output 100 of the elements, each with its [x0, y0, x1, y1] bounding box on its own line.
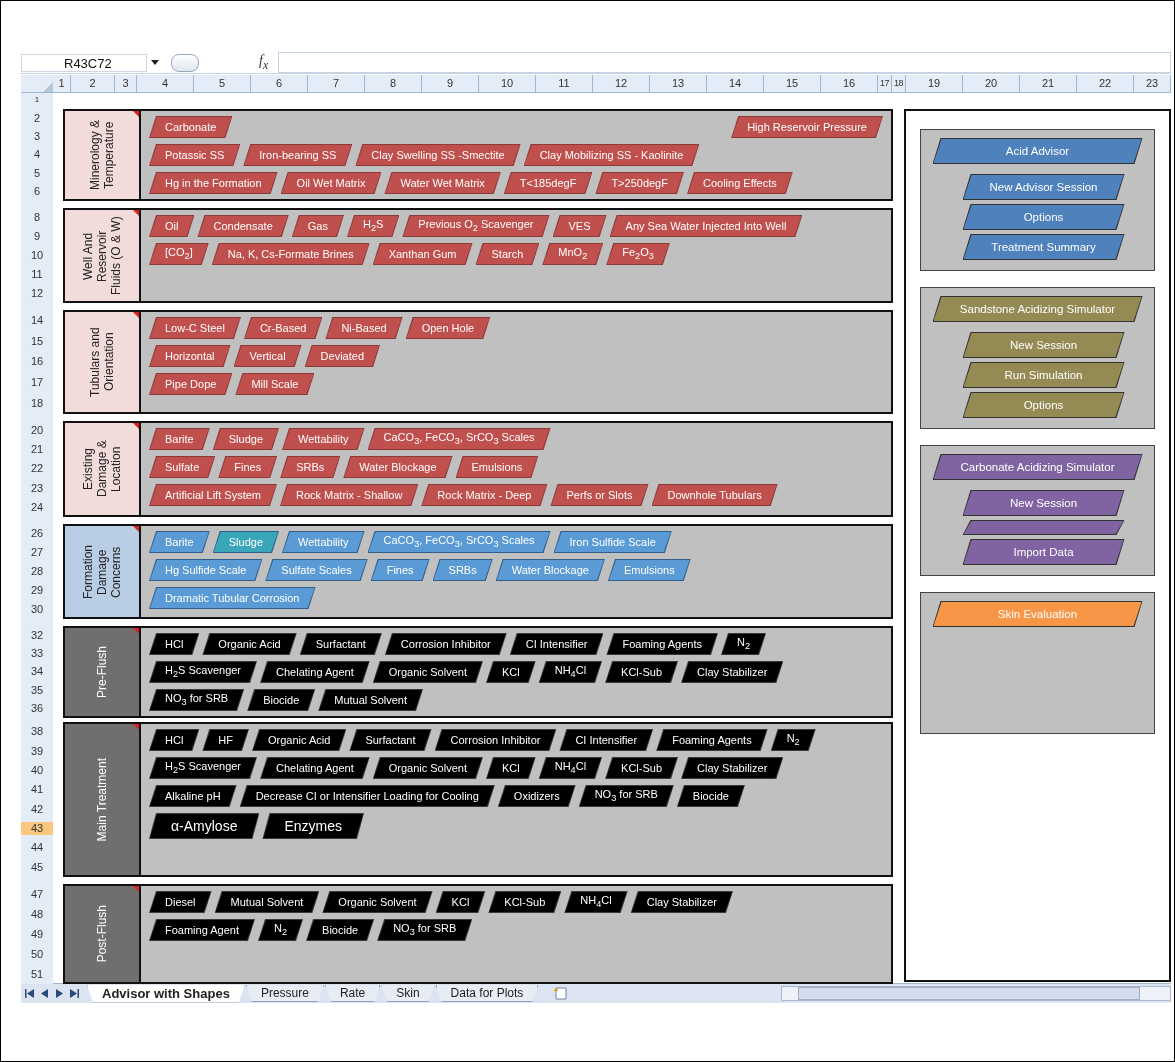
column-header[interactable]: 1 [53, 75, 71, 92]
option-button[interactable]: Sulfate [149, 456, 216, 478]
option-button[interactable]: MnO$_{2}$ [542, 243, 604, 265]
option-button[interactable]: Emulsions [455, 456, 539, 478]
option-button[interactable]: Surfactant [349, 729, 432, 751]
option-button[interactable]: Wettability [282, 428, 365, 450]
option-button[interactable]: α-Amylose [149, 813, 260, 839]
menu-button[interactable]: Import Data [962, 539, 1125, 565]
row-header[interactable]: 43 [21, 822, 53, 836]
option-button[interactable]: Barite [149, 428, 210, 450]
option-button[interactable]: SRBs [280, 456, 341, 478]
row-header[interactable]: 24 [21, 500, 53, 514]
option-button[interactable]: Organic Solvent [372, 757, 483, 779]
column-header[interactable]: 21 [1020, 75, 1077, 92]
option-button[interactable]: Vertical [233, 345, 302, 367]
column-header[interactable]: 6 [251, 75, 308, 92]
sheet-tab[interactable]: Data for Plots [435, 985, 539, 1002]
next-sheet-icon[interactable] [55, 989, 64, 998]
row-header[interactable]: 27 [21, 546, 53, 559]
column-header[interactable]: 16 [821, 75, 878, 92]
row-header[interactable]: 15 [21, 334, 53, 348]
column-header[interactable]: 7 [308, 75, 365, 92]
option-button[interactable]: Cr-Based [243, 317, 323, 339]
option-button[interactable]: Any Sea Water Injected Into Well [609, 215, 803, 237]
option-button[interactable]: Downhole Tubulars [651, 484, 778, 506]
menu-button[interactable]: New Advisor Session [962, 174, 1125, 200]
option-button[interactable]: VES [552, 215, 607, 237]
option-button[interactable]: Chelating Agent [260, 757, 370, 779]
row-header[interactable]: 12 [21, 287, 53, 300]
option-button[interactable]: Hg in the Formation [149, 172, 278, 194]
option-button[interactable]: HCl [149, 729, 200, 751]
last-sheet-icon[interactable] [70, 989, 79, 998]
option-button[interactable]: Potassic SS [149, 144, 241, 166]
row-header[interactable]: 3 [21, 130, 53, 144]
row-header[interactable]: 32 [21, 628, 53, 642]
row-header[interactable]: 6 [21, 185, 53, 199]
row-header[interactable]: 34 [21, 665, 53, 679]
option-button[interactable]: Oil Wet Matrix [280, 172, 382, 194]
row-header[interactable]: 42 [21, 802, 53, 816]
option-button[interactable]: Corrosion Inhibitor [384, 633, 507, 655]
option-button[interactable]: Clay Mobilizing SS - Kaolinite [523, 144, 700, 166]
option-button[interactable]: Mutual Solvent [214, 891, 320, 913]
option-button[interactable]: Perfs or Slots [550, 484, 649, 506]
first-sheet-icon[interactable] [25, 989, 34, 998]
option-button[interactable]: Mutual Solvent [318, 689, 423, 711]
option-button[interactable]: Foaming Agent [149, 919, 255, 941]
option-button[interactable]: Previous O$_{2}$ Scavenger [402, 215, 550, 237]
row-header[interactable]: 26 [21, 527, 53, 540]
menu-button[interactable]: Options [962, 204, 1125, 230]
row-header[interactable]: 36 [21, 702, 53, 716]
option-button[interactable]: Decrease CI or Intensifier Loading for Cooling [239, 785, 495, 807]
option-button[interactable]: Clay Stabilizer [630, 891, 733, 913]
option-button[interactable]: Organic Solvent [372, 661, 483, 683]
option-button[interactable]: H$_{2}$S Scavenger [149, 661, 258, 683]
option-button[interactable]: NO$_{3}$ for SRB [578, 785, 674, 807]
option-button[interactable]: Mill Scale [235, 373, 315, 395]
column-header[interactable]: 8 [365, 75, 422, 92]
sheet-tab[interactable]: Rate [324, 985, 381, 1002]
option-button[interactable]: [CO$_{2}$] [149, 243, 209, 265]
column-header[interactable]: 20 [963, 75, 1020, 92]
column-header[interactable]: 10 [479, 75, 536, 92]
formula-field[interactable] [278, 52, 1171, 73]
option-button[interactable]: Ni-Based [325, 317, 403, 339]
sheet-tab[interactable]: Pressure [245, 985, 324, 1002]
option-button[interactable]: Enzymes [262, 813, 365, 839]
option-button[interactable]: T<185degF [503, 172, 593, 194]
column-header[interactable]: 5 [194, 75, 251, 92]
option-button[interactable]: Water Wet Matrix [384, 172, 501, 194]
option-button[interactable]: Cooling Effects [686, 172, 793, 194]
option-button[interactable]: NO$_{3}$ for SRB [377, 919, 473, 941]
option-button[interactable]: High Reservoir Pressure [731, 116, 883, 138]
option-button[interactable]: Horizontal [149, 345, 231, 367]
option-button[interactable]: Biocide [676, 785, 745, 807]
option-button[interactable]: Condensate [197, 215, 289, 237]
row-header[interactable]: 17 [21, 376, 53, 390]
row-header[interactable]: 45 [21, 860, 53, 874]
name-box[interactable]: R43C72 [21, 53, 147, 72]
row-header[interactable]: 38 [21, 725, 53, 739]
column-header[interactable]: 23 [1134, 75, 1171, 92]
option-button[interactable]: H$_{2}$S Scavenger [149, 757, 258, 779]
column-header[interactable]: 4 [137, 75, 194, 92]
menu-button[interactable]: Carbonate Acidizing Simulator [932, 454, 1143, 480]
column-header[interactable]: 2 [71, 75, 115, 92]
row-header[interactable]: 14 [21, 313, 53, 327]
option-button[interactable]: CI Intensifier [559, 729, 654, 751]
menu-button[interactable]: New Session [962, 490, 1125, 516]
option-button[interactable]: Rock Matrix - Shallow [279, 484, 419, 506]
horizontal-scrollbar[interactable] [781, 986, 1171, 1001]
row-header[interactable]: 9 [21, 230, 53, 243]
option-button[interactable]: NO$_{3}$ for SRB [149, 689, 245, 711]
column-header[interactable]: 18 [892, 75, 906, 92]
option-button[interactable]: Biocide [306, 919, 375, 941]
dropdown-caret-icon[interactable] [151, 60, 159, 65]
option-button[interactable]: Starch [475, 243, 540, 265]
option-button[interactable]: KCl-Sub [605, 661, 679, 683]
option-button[interactable]: Alkaline pH [149, 785, 237, 807]
row-header[interactable]: 10 [21, 249, 53, 262]
option-button[interactable]: Biocide [247, 689, 316, 711]
option-button[interactable]: Clay Stabilizer [681, 757, 784, 779]
option-button[interactable]: Low-C Steel [149, 317, 241, 339]
